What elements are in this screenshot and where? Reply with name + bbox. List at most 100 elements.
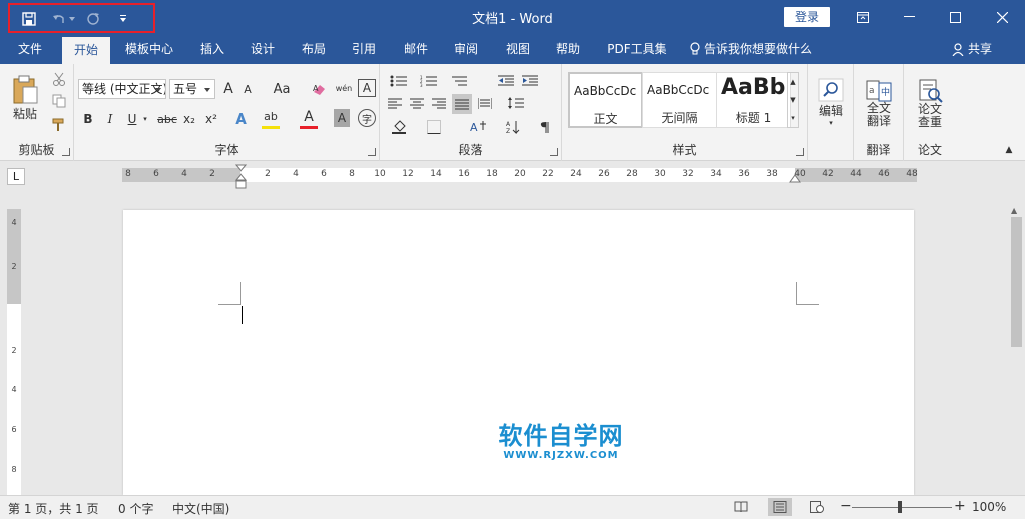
font-color-button[interactable]: A — [300, 107, 318, 129]
vertical-scrollbar[interactable]: ▲ — [1008, 161, 1025, 495]
svg-text:A: A — [313, 84, 319, 93]
numbering-button[interactable]: 123 — [416, 72, 442, 90]
paragraph-launcher[interactable] — [550, 148, 558, 156]
multilevel-list-button[interactable] — [446, 72, 472, 90]
highlight-button[interactable]: ab — [262, 107, 280, 129]
editing-button[interactable]: 编辑 ▾ — [816, 72, 846, 132]
page-count[interactable]: 第 1 页，共 1 页 — [8, 500, 99, 517]
language-indicator[interactable]: 中文(中国) — [172, 500, 229, 517]
clear-format-button[interactable]: A — [310, 79, 330, 99]
more-styles-icon: ▾ — [791, 114, 795, 122]
decrease-indent-button[interactable] — [496, 72, 516, 90]
font-launcher[interactable] — [368, 148, 376, 156]
ruler-tick-label: 44 — [850, 169, 862, 179]
thesis-check-button[interactable]: 论文 查重 — [910, 72, 950, 136]
maximize-button[interactable] — [932, 0, 978, 34]
clipboard-launcher[interactable] — [62, 148, 70, 156]
ribbon-display-button[interactable] — [840, 0, 886, 34]
char-border-button[interactable]: A — [358, 79, 376, 97]
phonetic-guide-button[interactable]: wén — [334, 77, 354, 99]
paste-button[interactable]: 粘贴 — [6, 70, 44, 126]
scrollbar-thumb[interactable] — [1011, 217, 1022, 347]
tab-design[interactable]: 设计 — [241, 34, 285, 64]
cut-button[interactable] — [50, 70, 68, 88]
tab-selector-button[interactable]: L — [7, 168, 25, 185]
tab-layout[interactable]: 布局 — [292, 34, 336, 64]
border-icon — [427, 120, 441, 134]
style-no-spacing[interactable]: AaBbCcDc 无间隔 — [642, 72, 717, 128]
styles-launcher[interactable] — [796, 148, 804, 156]
read-mode-button[interactable] — [732, 499, 750, 515]
font-name-select[interactable]: 等线 (中文正文) — [78, 79, 166, 99]
underline-button[interactable]: U — [124, 109, 140, 129]
tab-insert[interactable]: 插入 — [190, 34, 234, 64]
text-effects-button[interactable]: A — [232, 109, 250, 129]
tab-mailings[interactable]: 邮件 — [394, 34, 438, 64]
sort-button[interactable]: AZ — [504, 118, 522, 136]
font-size-select[interactable]: 五号 — [169, 79, 215, 99]
share-button[interactable]: 共享 — [952, 34, 1008, 64]
full-translate-button[interactable]: a中 全文 翻译 — [860, 72, 898, 136]
format-painter-button[interactable] — [50, 116, 68, 134]
shrink-font-button[interactable]: A — [240, 79, 256, 99]
collapse-ribbon-button[interactable]: ▲ — [1002, 144, 1016, 156]
style-heading-1[interactable]: AaBb 标题 1 — [716, 72, 791, 128]
tab-view[interactable]: 视图 — [496, 34, 540, 64]
copy-button[interactable] — [50, 92, 68, 110]
char-shading-button[interactable]: A — [334, 109, 350, 127]
superscript-button[interactable]: x² — [202, 109, 220, 129]
zoom-in-button[interactable]: + — [954, 498, 966, 514]
align-center-button[interactable] — [408, 94, 426, 112]
line-spacing-button[interactable] — [504, 94, 532, 112]
bullets-button[interactable] — [386, 72, 412, 90]
tab-templates[interactable]: 模板中心 — [118, 34, 180, 64]
strikethrough-button[interactable]: abc — [156, 109, 178, 129]
print-layout-button[interactable] — [768, 498, 792, 516]
brush-icon — [52, 118, 64, 131]
sort-icon: AZ — [506, 121, 520, 134]
zoom-level[interactable]: 100% — [972, 500, 1006, 514]
zoom-out-button[interactable]: − — [840, 498, 852, 514]
eraser-icon: A — [313, 84, 325, 95]
tab-references[interactable]: 引用 — [342, 34, 386, 64]
tab-help[interactable]: 帮助 — [546, 34, 590, 64]
tab-file[interactable]: 文件 — [8, 34, 52, 64]
chinese-layout-button[interactable]: A — [464, 118, 494, 136]
minimize-button[interactable] — [886, 0, 932, 34]
margin-corner-top-right — [796, 282, 819, 305]
align-right-button[interactable] — [430, 94, 448, 112]
distributed-button[interactable] — [476, 94, 494, 112]
bold-button[interactable]: B — [80, 109, 96, 129]
align-left-button[interactable] — [386, 94, 404, 112]
indent-marker[interactable] — [235, 164, 247, 190]
underline-dropdown[interactable]: ▾ — [140, 109, 150, 129]
italic-button[interactable]: I — [102, 109, 118, 129]
borders-button[interactable] — [420, 118, 448, 136]
subscript-button[interactable]: x₂ — [180, 109, 198, 129]
tell-me-box[interactable]: 告诉我你想要做什么 — [690, 34, 824, 64]
show-marks-button[interactable] — [536, 118, 554, 136]
ruler-tick-label: 16 — [458, 169, 470, 179]
login-button[interactable]: 登录 — [784, 7, 830, 27]
web-layout-button[interactable] — [808, 499, 826, 515]
tab-home[interactable]: 开始 — [62, 37, 110, 64]
ruler-tick-label: 20 — [514, 169, 526, 179]
document-page[interactable]: 软件自学网 WWW.RJZXW.COM — [123, 210, 914, 495]
scroll-up-arrow[interactable]: ▲ — [1011, 206, 1017, 215]
increase-indent-button[interactable] — [520, 72, 540, 90]
tab-pdf-tools[interactable]: PDF工具集 — [600, 34, 674, 64]
title-bar: 文档1 - Word 登录 — [0, 0, 1025, 34]
style-normal[interactable]: AaBbCcDc 正文 — [568, 72, 643, 128]
right-indent-marker[interactable] — [789, 174, 801, 186]
zoom-slider-thumb[interactable] — [898, 501, 902, 513]
grow-font-button[interactable]: A — [220, 79, 236, 99]
word-count[interactable]: 0 个字 — [118, 500, 153, 517]
zoom-slider-track[interactable] — [852, 507, 952, 508]
close-button[interactable] — [979, 0, 1025, 34]
shading-button[interactable] — [386, 118, 414, 136]
enclose-char-button[interactable]: 字 — [358, 109, 376, 127]
tab-review[interactable]: 审阅 — [444, 34, 488, 64]
justify-button[interactable] — [452, 94, 472, 114]
change-case-button[interactable]: Aa — [268, 79, 296, 99]
styles-scroll[interactable]: ▲ ▼ ▾ — [787, 72, 799, 128]
